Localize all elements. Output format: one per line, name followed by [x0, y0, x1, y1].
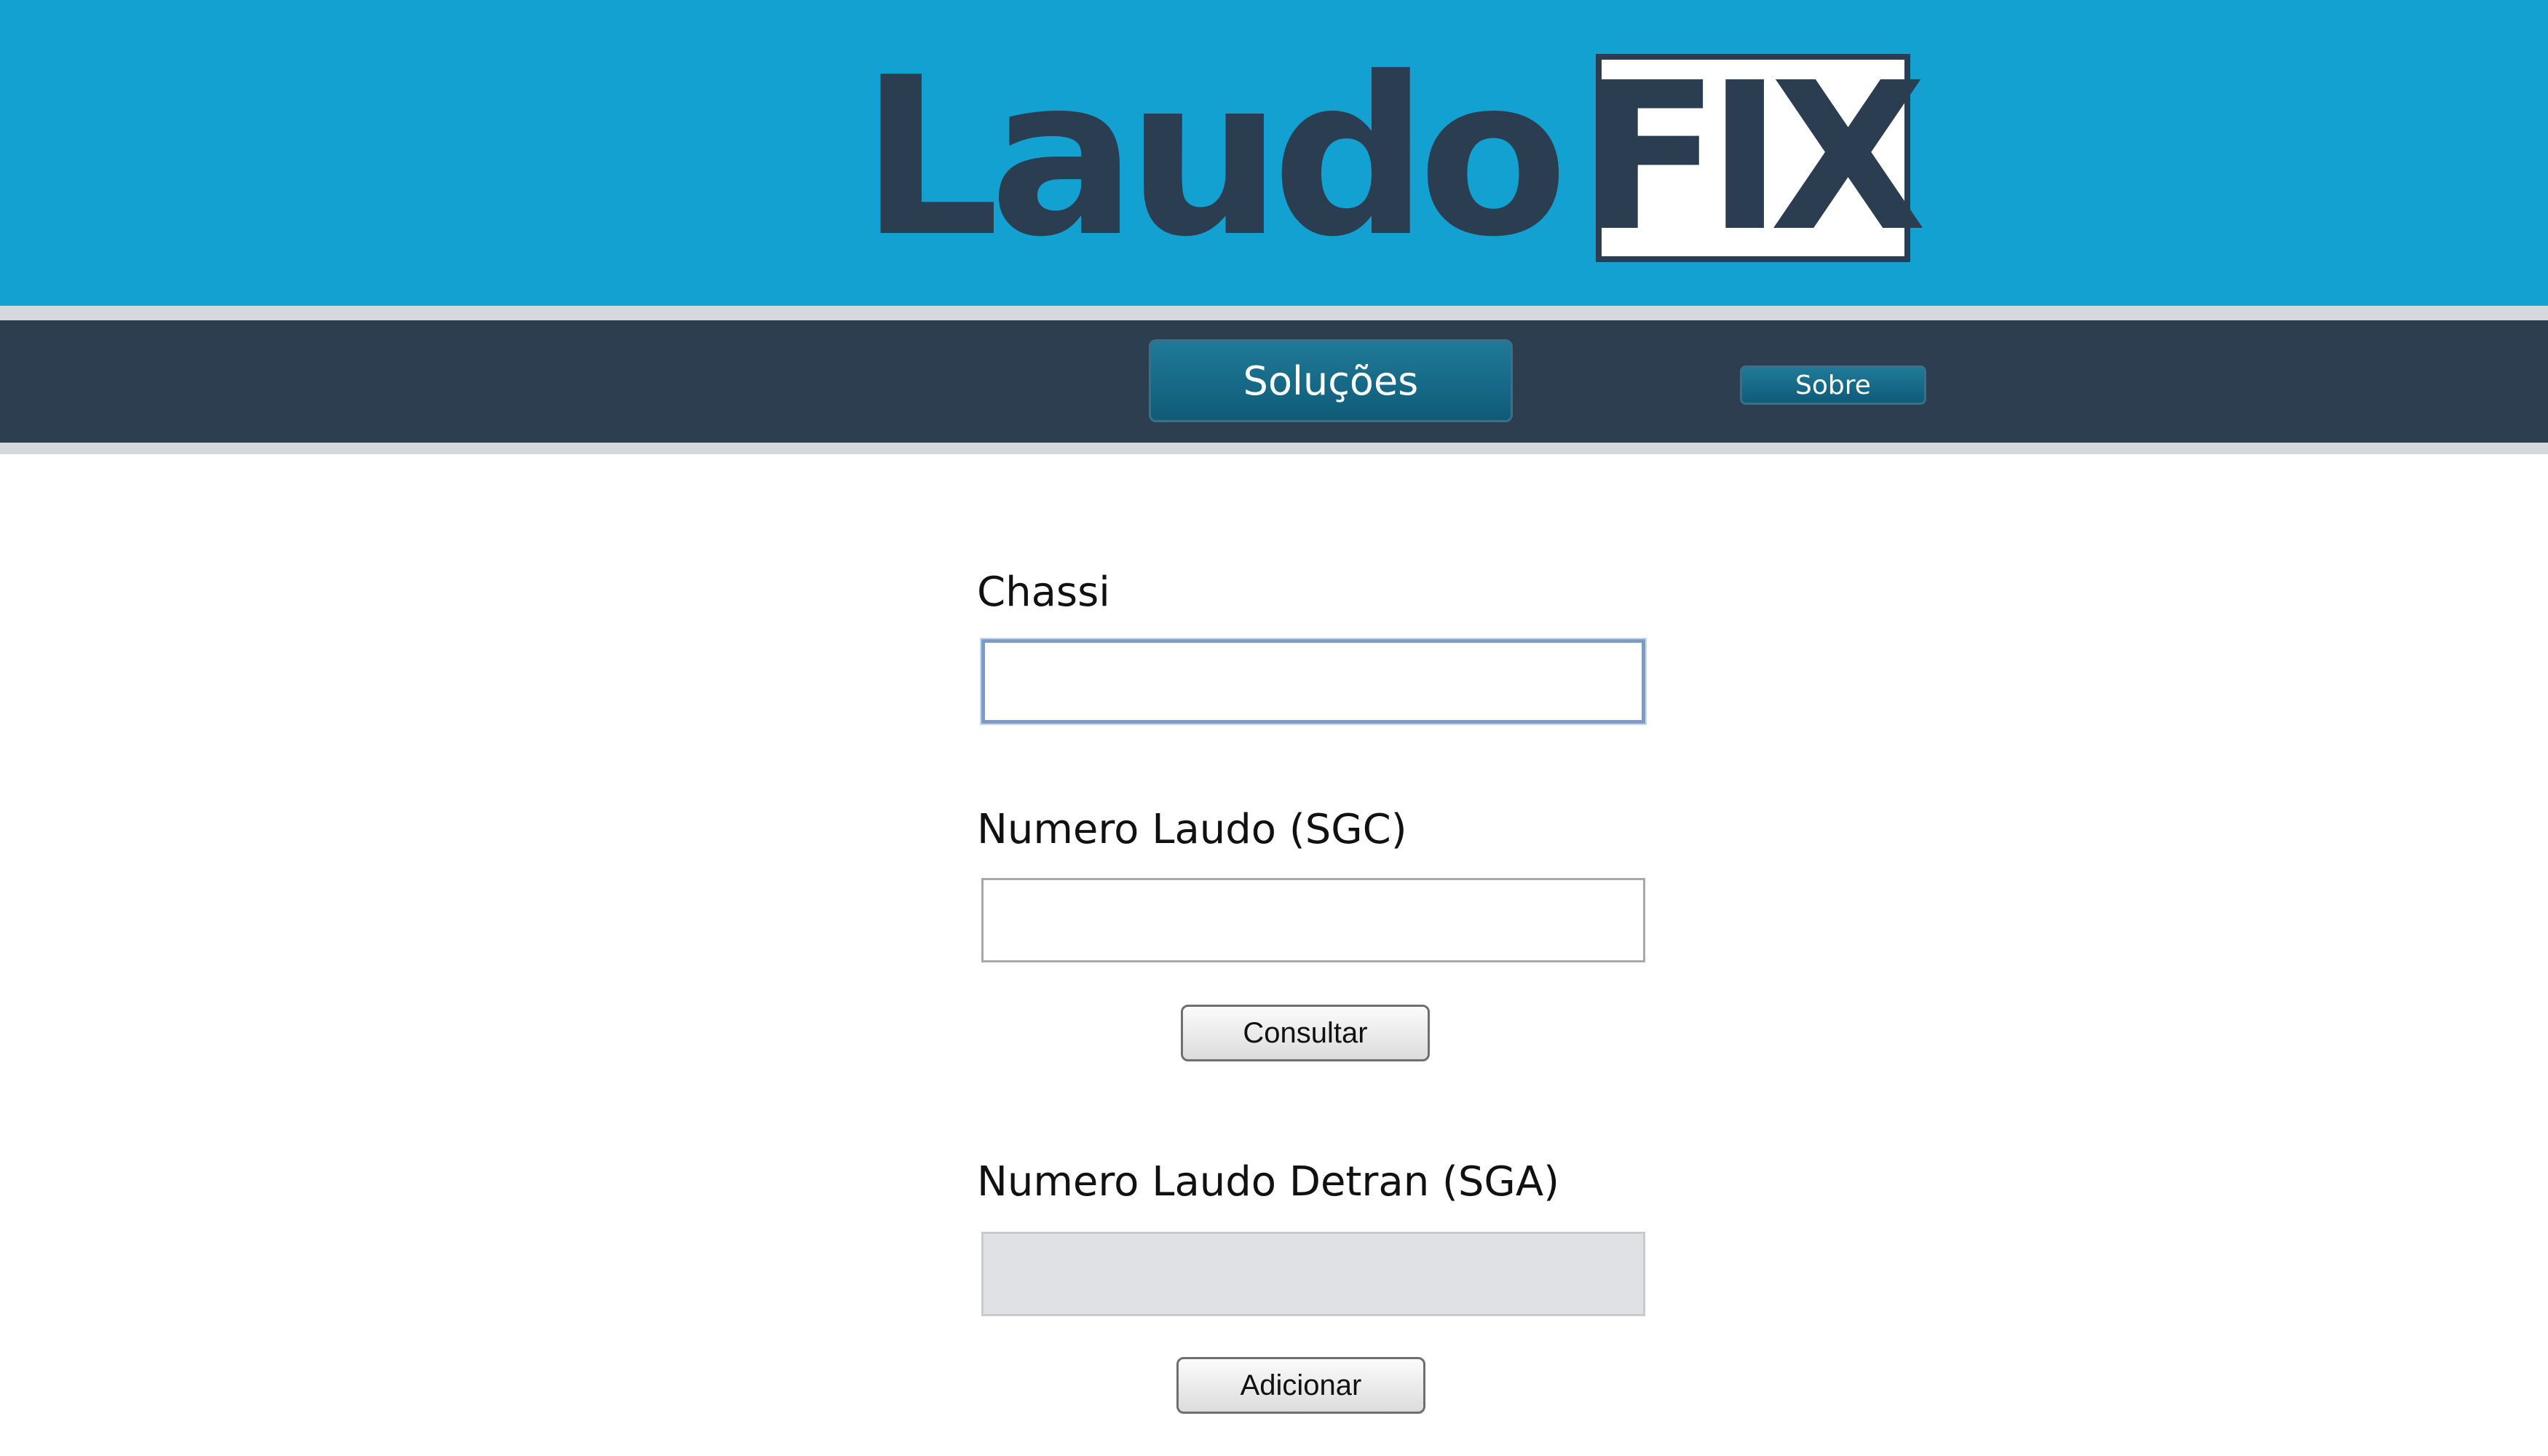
numero-laudo-sgc-input[interactable] [981, 878, 1645, 962]
logo-word-laudo: Laudo [860, 31, 1568, 285]
nav-sobre-button[interactable]: Sobre [1740, 365, 1926, 405]
numero-laudo-detran-sga-label: Numero Laudo Detran (SGA) [977, 1158, 1559, 1206]
adicionar-button[interactable]: Adicionar [1176, 1357, 1425, 1414]
laudofix-logo: Laudo FIX [860, 31, 1927, 285]
numero-laudo-sgc-label: Numero Laudo (SGC) [977, 806, 1407, 853]
chassi-input[interactable] [981, 639, 1645, 724]
consultar-button[interactable]: Consultar [1181, 1005, 1430, 1061]
chassi-label: Chassi [977, 569, 1110, 616]
page: Laudo FIX Soluções Sobre Chassi Numero L… [0, 0, 2548, 1456]
nav-divider [0, 443, 2548, 454]
numero-laudo-detran-sga-input [981, 1232, 1645, 1316]
header-banner: Laudo FIX [0, 0, 2548, 306]
nav-solucoes-button[interactable]: Soluções [1149, 339, 1513, 422]
header-divider [0, 306, 2548, 320]
logo-box: FIX [1580, 54, 1927, 262]
logo-word-fix: FIX [1580, 39, 1926, 277]
